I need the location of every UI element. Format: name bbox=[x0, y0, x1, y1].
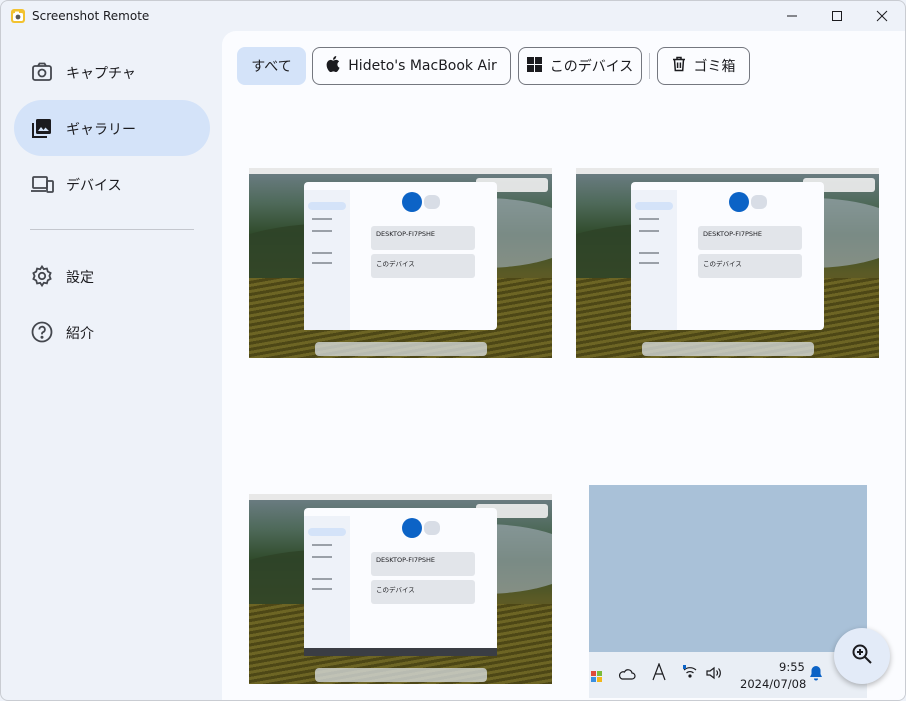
sidebar-item-label: ギャラリー bbox=[66, 122, 136, 138]
network-icon bbox=[682, 664, 698, 684]
filter-divider bbox=[649, 53, 650, 79]
zoom-in-button[interactable] bbox=[834, 628, 890, 684]
gallery-icon bbox=[30, 116, 54, 140]
maximize-button[interactable] bbox=[814, 1, 860, 31]
gallery-thumbnail[interactable]: 9:55 2024/07/08 bbox=[589, 485, 867, 698]
minimize-button[interactable] bbox=[769, 1, 815, 31]
filter-chip-this-device[interactable]: このデバイス bbox=[518, 47, 642, 85]
thumb-card-label: DESKTOP-FI7PSHE bbox=[376, 230, 436, 238]
sidebar-item-label: デバイス bbox=[66, 178, 122, 194]
close-button[interactable] bbox=[859, 1, 905, 31]
filter-chip-all[interactable]: すべて bbox=[237, 47, 306, 85]
zoom-in-icon bbox=[851, 643, 873, 669]
sidebar-item-label: キャプチャ bbox=[66, 66, 136, 82]
font-icon bbox=[652, 662, 666, 685]
sidebar-item-about[interactable]: 紹介 bbox=[14, 304, 210, 360]
onedrive-icon bbox=[618, 665, 636, 684]
volume-icon bbox=[706, 665, 722, 684]
thumb-card-label: DESKTOP-FI7PSHE bbox=[376, 556, 436, 564]
devices-icon bbox=[30, 172, 54, 196]
sidebar-item-capture[interactable]: キャプチャ bbox=[14, 44, 210, 100]
thumb-card-label: DESKTOP-FI7PSHE bbox=[703, 230, 763, 238]
gear-icon bbox=[30, 264, 54, 288]
windows-screenshot-image: 9:55 2024/07/08 bbox=[589, 485, 867, 698]
app-window: Screenshot Remote キャプチャ ギャラリー デバイス 設定 紹介… bbox=[0, 0, 906, 701]
tray-time: 9:55 bbox=[779, 660, 805, 674]
title-bar: Screenshot Remote bbox=[1, 1, 905, 31]
window-title: Screenshot Remote bbox=[32, 9, 150, 23]
mac-screenshot-image: DESKTOP-FI7PSHE このデバイス bbox=[249, 168, 552, 358]
gallery-panel: すべて Hideto's MacBook Air このデバイス ゴミ箱 DESK… bbox=[222, 31, 905, 700]
gallery-thumbnail[interactable]: DESKTOP-FI7PSHE このデバイス bbox=[249, 494, 552, 684]
tray-date: 2024/07/08 bbox=[740, 677, 807, 691]
trash-icon bbox=[672, 56, 686, 76]
apple-icon bbox=[326, 56, 340, 76]
sidebar-item-devices[interactable]: デバイス bbox=[14, 156, 210, 212]
sidebar: キャプチャ ギャラリー デバイス 設定 紹介 bbox=[1, 31, 222, 700]
sidebar-item-gallery[interactable]: ギャラリー bbox=[14, 100, 210, 156]
sidebar-item-label: 設定 bbox=[66, 270, 94, 286]
chip-label: すべて bbox=[251, 59, 292, 75]
thumb-card-label: このデバイス bbox=[376, 586, 415, 594]
sidebar-item-settings[interactable]: 設定 bbox=[14, 248, 210, 304]
mac-screenshot-image: DESKTOP-FI7PSHE このデバイス bbox=[576, 168, 879, 358]
mac-screenshot-image: DESKTOP-FI7PSHE このデバイス bbox=[249, 494, 552, 684]
chip-label: このデバイス bbox=[549, 59, 634, 75]
filter-chip-macbook[interactable]: Hideto's MacBook Air bbox=[312, 47, 511, 85]
filter-chip-trash[interactable]: ゴミ箱 bbox=[657, 47, 750, 85]
gallery-thumbnail[interactable]: DESKTOP-FI7PSHE このデバイス bbox=[249, 168, 552, 358]
thumb-card-label: このデバイス bbox=[376, 260, 415, 268]
sidebar-item-label: 紹介 bbox=[66, 326, 94, 342]
sidebar-divider bbox=[30, 229, 194, 230]
tray-app-icon bbox=[591, 667, 602, 686]
chip-label: Hideto's MacBook Air bbox=[348, 58, 497, 74]
thumb-card-label: このデバイス bbox=[703, 260, 742, 268]
app-logo-icon bbox=[10, 8, 26, 24]
gallery-thumbnail[interactable]: DESKTOP-FI7PSHE このデバイス bbox=[576, 168, 879, 358]
windows-icon bbox=[526, 56, 542, 76]
notification-bell-icon bbox=[809, 665, 823, 685]
chip-label: ゴミ箱 bbox=[693, 59, 736, 75]
help-icon bbox=[30, 320, 54, 344]
camera-icon bbox=[30, 60, 54, 84]
